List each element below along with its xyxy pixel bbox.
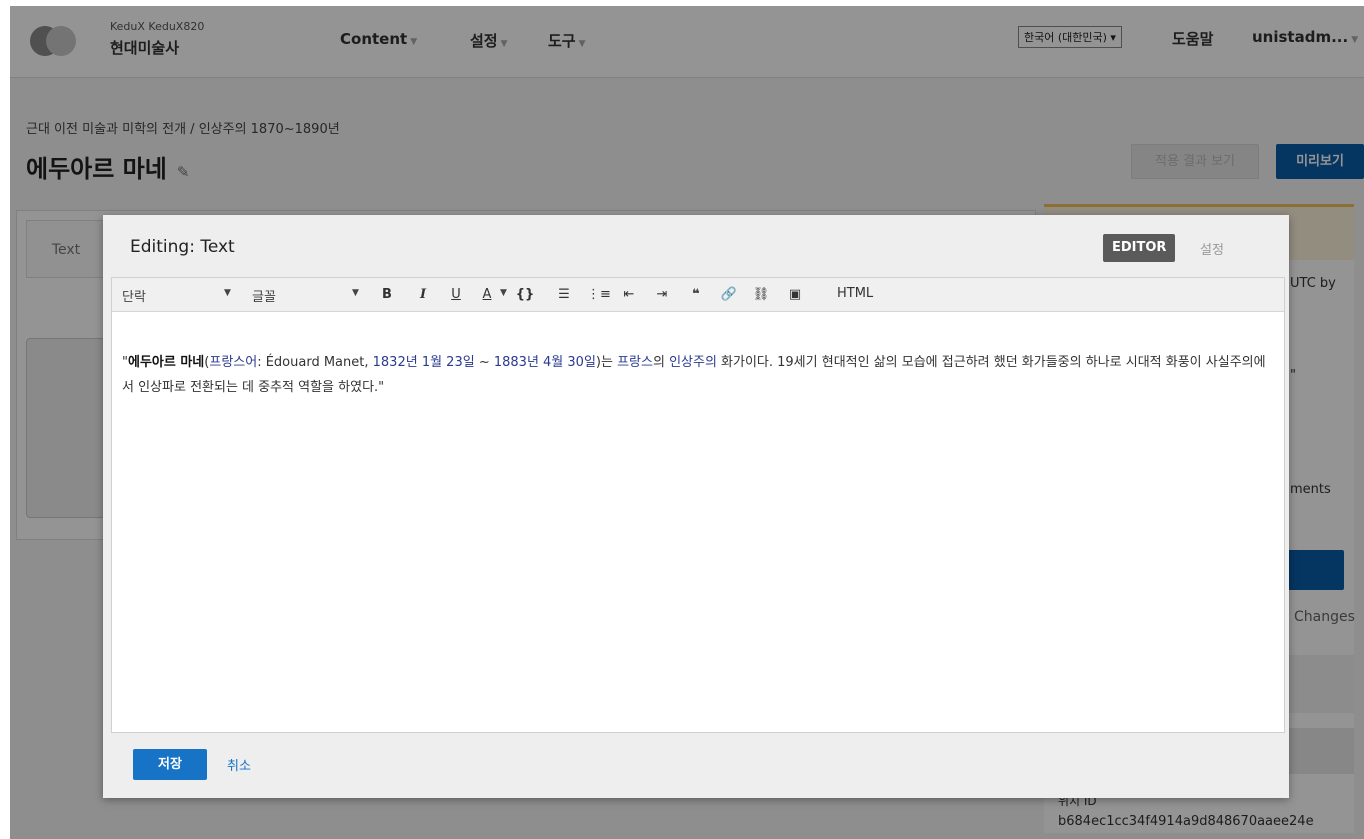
content-text: , — [364, 355, 373, 370]
bold-button[interactable]: B — [379, 285, 395, 305]
chevron-down-icon: ▼ — [352, 288, 359, 298]
editor-body[interactable]: "에두아르 마네(프랑스어: Édouard Manet, 1832년 1월 2… — [122, 350, 1277, 400]
content-link-movement[interactable]: 인상주의 — [669, 355, 717, 370]
content-link-language[interactable]: 프랑스어 — [209, 355, 257, 370]
unlink-icon[interactable]: ⛓ — [752, 285, 770, 305]
content-text: )는 — [595, 355, 618, 370]
font-family-select[interactable]: 글꼴 — [252, 286, 276, 305]
text-color-button[interactable]: A — [479, 285, 495, 305]
chevron-down-icon: ▼ — [500, 288, 507, 298]
content-text: 의 — [652, 355, 670, 370]
content-text: Édouard Manet — [265, 355, 365, 370]
save-button[interactable]: 저장 — [133, 749, 207, 780]
paragraph-format-select[interactable]: 단락 — [122, 286, 146, 305]
link-icon[interactable]: 🔗 — [720, 285, 738, 305]
chevron-down-icon: ▼ — [224, 288, 231, 298]
image-icon[interactable]: ▣ — [786, 285, 804, 305]
numbered-list-icon[interactable]: ⋮≡ — [587, 285, 611, 305]
editor-toolbar: 단락 ▼ 글꼴 ▼ B I U A ▼ {} ☰ ⋮≡ ⇤ ⇥ ❝ 🔗 ⛓ ▣ … — [112, 278, 1284, 312]
modal-title: Editing: Text — [130, 237, 235, 257]
content-text: : — [257, 355, 266, 370]
content-text: ~ — [474, 355, 494, 370]
italic-button[interactable]: I — [415, 285, 431, 305]
outdent-icon[interactable]: ⇤ — [620, 285, 638, 305]
indent-icon[interactable]: ⇥ — [653, 285, 671, 305]
content-link-death[interactable]: 1883년 4월 30일 — [494, 355, 596, 370]
blockquote-icon[interactable]: ❝ — [687, 285, 705, 305]
editor-mode-button[interactable]: EDITOR — [1103, 234, 1176, 262]
code-button[interactable]: {} — [514, 285, 536, 305]
html-source-button[interactable]: HTML — [837, 286, 873, 301]
settings-mode-button[interactable]: 설정 — [1200, 239, 1224, 258]
content-bold-name: 에두아르 마네 — [127, 355, 205, 370]
edit-modal: Editing: Text EDITOR 설정 단락 ▼ 글꼴 ▼ B I U … — [103, 215, 1289, 798]
underline-button[interactable]: U — [448, 285, 464, 305]
rich-text-editor: 단락 ▼ 글꼴 ▼ B I U A ▼ {} ☰ ⋮≡ ⇤ ⇥ ❝ 🔗 ⛓ ▣ … — [111, 277, 1285, 733]
bullet-list-icon[interactable]: ☰ — [555, 285, 573, 305]
content-link-birth[interactable]: 1832년 1월 23일 — [373, 355, 475, 370]
content-link-country[interactable]: 프랑스 — [617, 355, 653, 370]
cancel-button[interactable]: 취소 — [227, 755, 251, 774]
